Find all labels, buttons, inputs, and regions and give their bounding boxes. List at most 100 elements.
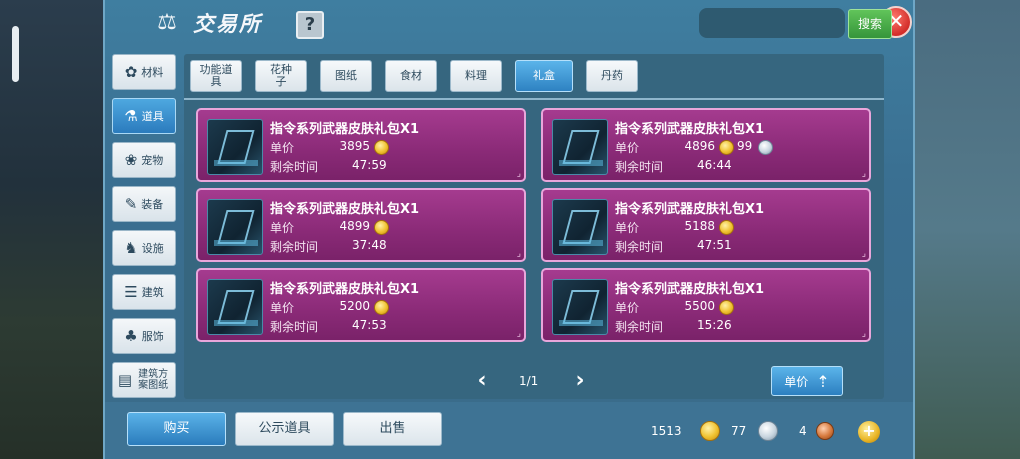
listing-grid: 指令系列武器皮肤礼包X1 单价 3895 剩余时间 47:59 ⌟ 指令系列武器… [196, 108, 872, 343]
sidebar-item-label: 装备 [141, 198, 164, 211]
item-thumbnail [552, 199, 608, 255]
tab-flower-seeds[interactable]: 花种子 [255, 60, 307, 92]
sidebar-item-facilities[interactable]: ♞ 设施 [112, 230, 176, 266]
time-remaining: 47:51 [697, 238, 732, 252]
gold-coin-icon [374, 300, 389, 315]
sidebar-item-equipment[interactable]: ✎ 装备 [112, 186, 176, 222]
tab-cuisine[interactable]: 料理 [450, 60, 502, 92]
item-thumbnail [207, 119, 263, 175]
corner-mark-icon: ⌟ [861, 169, 866, 179]
horse-icon: ♞ [124, 238, 138, 257]
time-remaining: 37:48 [352, 238, 387, 252]
listing-card[interactable]: 指令系列武器皮肤礼包X1 单价 5500 剩余时间 15:26 ⌟ [541, 268, 871, 342]
tab-label: 花种子 [270, 63, 292, 88]
time-remaining: 47:59 [352, 158, 387, 172]
page-next-button[interactable]: › [570, 370, 590, 394]
materials-icon: ✿ [124, 62, 138, 81]
sidebar-item-label: 设施 [141, 242, 164, 255]
public-items-button[interactable]: 公示道具 [235, 412, 334, 446]
window-title: 交易所 [193, 12, 262, 36]
corner-mark-icon: ⌟ [861, 329, 866, 339]
add-currency-button[interactable]: + [858, 421, 880, 443]
sidebar-item-materials[interactable]: ✿ 材料 [112, 54, 176, 90]
tab-ingredients[interactable]: 食材 [385, 60, 437, 92]
sidebar-item-label: 材料 [141, 66, 164, 79]
item-thumbnail [207, 199, 263, 255]
silver-coin-icon [758, 421, 778, 441]
tab-blueprints[interactable]: 图纸 [320, 60, 372, 92]
item-name: 指令系列武器皮肤礼包X1 [615, 282, 765, 297]
gold-coin-icon [374, 140, 389, 155]
gold-coin-icon [719, 220, 734, 235]
tab-label: 料理 [465, 69, 487, 82]
listing-card[interactable]: 指令系列武器皮肤礼包X1 单价 5200 剩余时间 47:53 ⌟ [196, 268, 526, 342]
listing-card[interactable]: 指令系列武器皮肤礼包X1 单价 5188 剩余时间 47:51 ⌟ [541, 188, 871, 262]
sidebar-item-props[interactable]: ⚗ 道具 [112, 98, 176, 134]
listing-card[interactable]: 指令系列武器皮肤礼包X1 单价 4896 99 剩余时间 46:44 ⌟ [541, 108, 871, 182]
price-value: 3895 [339, 139, 370, 153]
sort-label: 单价 [784, 374, 809, 389]
sidebar-item-blueprints[interactable]: ▤ 建筑方案图纸 [112, 362, 176, 398]
tab-divider [184, 98, 884, 100]
listing-card[interactable]: 指令系列武器皮肤礼包X1 单价 4899 剩余时间 37:48 ⌟ [196, 188, 526, 262]
item-name: 指令系列武器皮肤礼包X1 [270, 202, 420, 217]
copper-amount: 4 [799, 424, 807, 438]
silver-coin-icon [758, 140, 773, 155]
building-icon: ☰ [124, 282, 138, 301]
help-button[interactable]: ? [296, 11, 324, 39]
time-label: 剩余时间 [615, 160, 664, 174]
copper-coin-icon [816, 422, 834, 440]
background-scenery-right [910, 0, 1020, 459]
page-indicator: 1/1 [519, 374, 539, 388]
sidebar-item-buildings[interactable]: ☰ 建筑 [112, 274, 176, 310]
time-label: 剩余时间 [615, 320, 664, 334]
equipment-icon: ✎ [124, 194, 138, 213]
price-value: 4899 [339, 219, 370, 233]
page-prev-button[interactable]: ‹ [472, 370, 492, 394]
sidebar-item-label: 服饰 [141, 330, 164, 343]
tab-label: 图纸 [335, 69, 357, 82]
listing-card[interactable]: 指令系列武器皮肤礼包X1 单价 3895 剩余时间 47:59 ⌟ [196, 108, 526, 182]
price-value: 5188 [684, 219, 715, 233]
price-value: 5500 [684, 299, 715, 313]
corner-mark-icon: ⌟ [516, 329, 521, 339]
price-value: 4896 [684, 139, 715, 153]
item-thumbnail [552, 119, 608, 175]
paw-icon: ❀ [124, 150, 138, 169]
tab-label: 食材 [400, 69, 422, 82]
price-label: 单价 [615, 221, 640, 235]
time-label: 剩余时间 [270, 160, 319, 174]
search-input[interactable] [699, 8, 845, 38]
price-label: 单价 [270, 301, 295, 315]
sidebar-item-pets[interactable]: ❀ 宠物 [112, 142, 176, 178]
time-remaining: 15:26 [697, 318, 732, 332]
sidebar-item-label: 宠物 [141, 154, 164, 167]
exchange-window: ⚖ 交易所 ? ✕ ✿ 材料 ⚗ 道具 ❀ 宠物 ✎ 装备 ♞ 设施 ☰ 建筑 [103, 0, 915, 459]
tab-label: 功能道具 [199, 63, 233, 88]
sort-by-price-button[interactable]: 单价 ⇡ [771, 366, 843, 396]
time-label: 剩余时间 [615, 240, 664, 254]
price-label: 单价 [615, 301, 640, 315]
clothing-icon: ♣ [124, 326, 138, 345]
item-name: 指令系列武器皮肤礼包X1 [270, 122, 420, 137]
search-button[interactable]: 搜索 [848, 9, 892, 39]
price-label: 单价 [615, 141, 640, 155]
time-label: 剩余时间 [270, 320, 319, 334]
edge-handle[interactable] [12, 26, 19, 82]
tab-label: 礼盒 [533, 69, 555, 82]
tab-pills[interactable]: 丹药 [586, 60, 638, 92]
scale-icon: ⚖ [157, 10, 177, 35]
time-label: 剩余时间 [270, 240, 319, 254]
time-remaining: 47:53 [352, 318, 387, 332]
sell-button[interactable]: 出售 [343, 412, 442, 446]
gold-coin-icon [719, 140, 734, 155]
item-name: 指令系列武器皮肤礼包X1 [270, 282, 420, 297]
time-remaining: 46:44 [697, 158, 732, 172]
gold-coin-icon [700, 421, 720, 441]
tab-function-items[interactable]: 功能道具 [190, 60, 242, 92]
tab-gift-box[interactable]: 礼盒 [515, 60, 573, 92]
buy-button[interactable]: 购买 [127, 412, 226, 446]
corner-mark-icon: ⌟ [516, 249, 521, 259]
sidebar-item-clothing[interactable]: ♣ 服饰 [112, 318, 176, 354]
sort-arrow-icon: ⇡ [816, 371, 830, 391]
